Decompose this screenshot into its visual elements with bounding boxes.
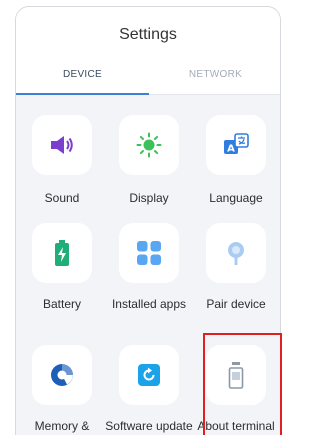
translate-icon: A: [224, 133, 249, 155]
software-update-tile[interactable]: [119, 345, 179, 405]
pair-device-icon: [228, 242, 244, 265]
highlight-box: [203, 333, 282, 435]
svg-text:A: A: [227, 144, 235, 155]
setting-label: Software update: [105, 419, 193, 433]
setting-label: Memory & storage: [34, 419, 90, 435]
sound-tile[interactable]: [32, 115, 92, 175]
sun-icon: [136, 132, 162, 158]
tab-device[interactable]: DEVICE: [16, 69, 149, 80]
pair-device-tile[interactable]: [206, 223, 266, 283]
setting-label: Pair device: [206, 297, 266, 311]
battery-tile[interactable]: [32, 223, 92, 283]
header: Settings DEVICE NETWORK: [16, 7, 280, 95]
page-title: Settings: [119, 26, 177, 43]
setting-label: Language: [209, 191, 263, 205]
display-tile[interactable]: [119, 115, 179, 175]
language-tile[interactable]: A: [206, 115, 266, 175]
storage-pie-icon: [51, 364, 73, 386]
battery-icon: [55, 240, 69, 266]
software-update-icon: [138, 364, 160, 386]
apps-grid-icon: [137, 241, 161, 265]
storage-tile[interactable]: [32, 345, 92, 405]
apps-tile[interactable]: [119, 223, 179, 283]
setting-label: Battery: [42, 297, 81, 311]
setting-label: Sound: [44, 191, 80, 205]
active-tab-indicator: [16, 93, 149, 95]
tab-network[interactable]: NETWORK: [149, 69, 280, 80]
setting-label: Installed apps: [111, 297, 187, 311]
setting-label: Display: [129, 191, 169, 205]
speaker-icon: [51, 136, 73, 154]
